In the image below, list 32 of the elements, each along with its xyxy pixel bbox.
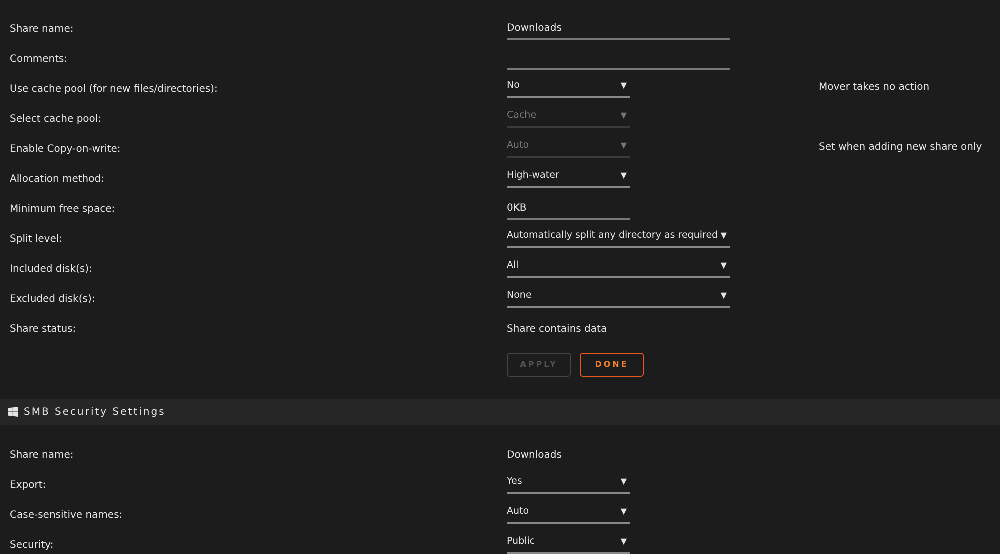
value-text: Downloads — [507, 450, 562, 461]
field-label: Included disk(s): — [10, 264, 92, 275]
text-field[interactable]: Downloads — [507, 18, 730, 40]
field-label: Minimum free space: — [10, 204, 116, 215]
field-label: Share name: — [10, 450, 74, 461]
field-label: Comments: — [10, 54, 68, 65]
field-label: Use cache pool (for new files/directories): — [10, 84, 218, 95]
field-label: Share status: — [10, 324, 76, 335]
field-label: Security: — [10, 540, 54, 551]
field-label: Share name: — [10, 24, 74, 35]
dropdown[interactable]: No ▼ — [507, 76, 630, 98]
field-label: Select cache pool: — [10, 114, 102, 125]
field-label: Export: — [10, 480, 46, 491]
dropdown[interactable]: All ▼ — [507, 256, 730, 278]
value-text: Share contains data — [507, 324, 608, 335]
section-title: SMB Security Settings — [24, 406, 166, 420]
hint-text: Set when adding new share only — [819, 140, 982, 154]
dropdown[interactable]: Automatically split any directory as required ▼ — [507, 226, 730, 248]
dropdown[interactable]: Auto ▼ — [507, 502, 630, 524]
dropdown[interactable]: Public ▼ — [507, 532, 630, 554]
field-label: Split level: — [10, 234, 62, 245]
field-label: Case-sensitive names: — [10, 510, 123, 521]
dropdown[interactable]: None ▼ — [507, 286, 730, 308]
field-label: Excluded disk(s): — [10, 294, 96, 305]
done-button[interactable]: DONE — [580, 353, 644, 377]
text-field[interactable]: 0KB — [507, 198, 630, 220]
field-label: Allocation method: — [10, 174, 104, 185]
field-label: Enable Copy-on-write: — [10, 144, 121, 155]
dropdown[interactable]: High-water ▼ — [507, 166, 630, 188]
hint-text: Mover takes no action — [819, 80, 930, 94]
windows-icon — [8, 407, 18, 417]
dropdown[interactable]: Yes ▼ — [507, 472, 630, 494]
